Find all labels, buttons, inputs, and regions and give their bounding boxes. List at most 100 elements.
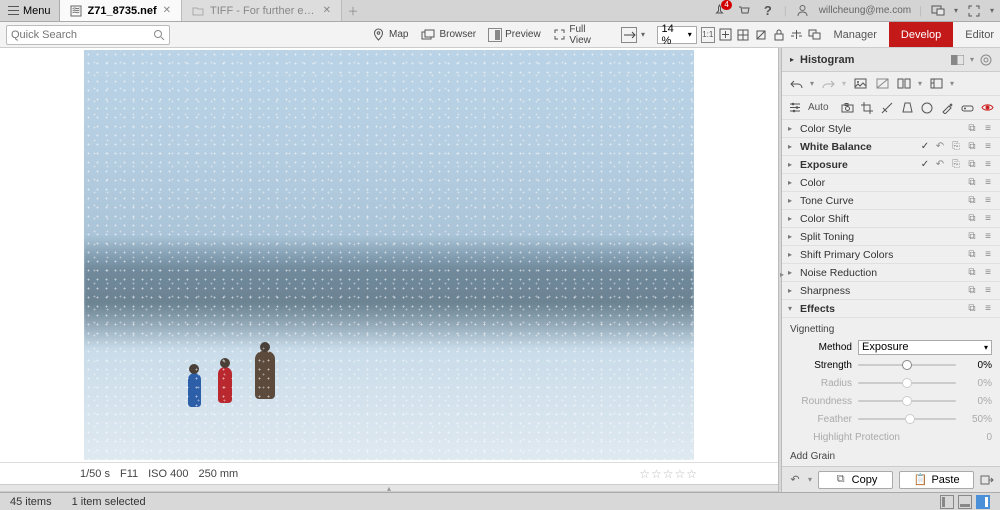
expand-icon[interactable] — [966, 3, 982, 19]
close-icon[interactable]: ✕ — [323, 5, 331, 16]
reset-icon[interactable]: ↶ — [934, 159, 946, 171]
stack-icon[interactable] — [808, 27, 822, 43]
highlight-row: Highlight Protection 0 — [790, 429, 992, 445]
copy-section-icon[interactable]: ⎘ — [950, 159, 962, 171]
document-tabs: ≋ Z71_8735.nef ✕ TIFF - For further edit… — [60, 0, 706, 21]
auto-button[interactable]: Auto — [808, 100, 829, 116]
redeye-icon[interactable] — [980, 100, 994, 116]
menu-icon[interactable]: ≡ — [982, 123, 994, 135]
copy-settings-button[interactable]: ⧉Copy — [818, 471, 893, 489]
tab-tiff-folder[interactable]: TIFF - For further editing in the ... ✕ — [182, 0, 342, 21]
exif-shutter: 1/50 s — [80, 468, 110, 480]
filmstrip-toggle[interactable]: ▴ — [0, 484, 778, 492]
copy-icon: ⧉ — [834, 473, 848, 487]
main-menu-button[interactable]: Menu — [0, 0, 60, 21]
copy-section-icon[interactable]: ⎘ — [950, 141, 962, 153]
compare-icon[interactable] — [896, 76, 912, 92]
section-white-balance[interactable]: ▸White Balance✓↶⎘⧉≡ — [782, 138, 1000, 156]
copy-section-icon[interactable]: ⧉ — [966, 123, 978, 135]
retouch-icon[interactable] — [960, 100, 974, 116]
strength-slider[interactable] — [858, 364, 956, 366]
panel-layout-left-icon[interactable] — [940, 495, 954, 509]
viewer-footer: 1/50 s F11 ISO 400 250 mm ☆☆☆☆☆ — [0, 462, 778, 484]
panel-splitter[interactable] — [778, 48, 782, 492]
section-tone-curve[interactable]: ▸Tone Curve⧉≡ — [782, 192, 1000, 210]
tab-raw-file[interactable]: ≋ Z71_8735.nef ✕ — [60, 0, 183, 21]
raw-file-icon: ≋ — [70, 5, 82, 17]
rating-stars[interactable]: ☆☆☆☆☆ — [639, 467, 698, 481]
image-viewer[interactable] — [0, 48, 778, 462]
sliders-icon[interactable] — [788, 100, 802, 116]
gradient-icon[interactable] — [920, 100, 934, 116]
menu-icon[interactable]: ≡ — [982, 141, 994, 153]
vignetting-method-select[interactable]: Exposure▾ — [858, 340, 992, 355]
editor-tab[interactable]: Editor — [953, 22, 1000, 47]
close-icon[interactable]: ✕ — [163, 5, 171, 16]
perspective-icon[interactable] — [900, 100, 914, 116]
section-color-shift[interactable]: ▸Color Shift⧉≡ — [782, 210, 1000, 228]
lock-icon[interactable] — [772, 27, 786, 43]
add-tab-button[interactable]: ＋ — [342, 0, 364, 21]
svg-text:≋: ≋ — [71, 5, 80, 17]
vignetting-method-row: Method Exposure▾ — [790, 339, 992, 355]
copy-icon[interactable]: ⧉ — [966, 159, 978, 171]
menu-icon[interactable]: ≡ — [982, 159, 994, 171]
user-icon[interactable] — [795, 3, 811, 19]
section-shift-primary[interactable]: ▸Shift Primary Colors⧉≡ — [782, 246, 1000, 264]
brush-icon[interactable] — [940, 100, 954, 116]
hamburger-icon — [8, 6, 19, 15]
section-noise-reduction[interactable]: ▸Noise Reduction⧉≡ — [782, 264, 1000, 282]
section-split-toning[interactable]: ▸Split Toning⧉≡ — [782, 228, 1000, 246]
feather-row: Feather 50% — [790, 411, 992, 427]
image-icon[interactable] — [852, 76, 868, 92]
browser-button[interactable]: Browser — [416, 25, 480, 45]
section-effects[interactable]: ▾Effects⧉≡ — [782, 300, 1000, 318]
undo-icon[interactable] — [788, 76, 804, 92]
section-sharpness[interactable]: ▸Sharpness⧉≡ — [782, 282, 1000, 300]
preview-button[interactable]: Preview — [484, 25, 545, 45]
overexposure-icon[interactable] — [754, 27, 768, 43]
apply-all-icon[interactable] — [980, 473, 994, 487]
paste-settings-button[interactable]: 📋Paste — [899, 471, 974, 489]
help-icon[interactable]: ? — [760, 3, 776, 19]
camera-icon[interactable] — [841, 100, 855, 116]
fullview-button[interactable]: Full View — [549, 25, 608, 45]
search-input[interactable] — [11, 29, 153, 41]
reset-image-icon[interactable] — [874, 76, 890, 92]
before-after-icon[interactable] — [951, 55, 964, 65]
main-area: 1/50 s F11 ISO 400 250 mm ☆☆☆☆☆ ▴ ▸ Hist… — [0, 48, 1000, 492]
grid-icon[interactable] — [737, 27, 751, 43]
search-box[interactable] — [6, 25, 170, 45]
cart-icon[interactable] — [736, 3, 752, 19]
strength-row: Strength 0% — [790, 357, 992, 373]
monitors-icon[interactable] — [930, 3, 946, 19]
manager-tab[interactable]: Manager — [821, 22, 888, 47]
histogram-header[interactable]: ▸ Histogram ▾ — [782, 48, 1000, 72]
map-button[interactable]: Map — [366, 25, 412, 45]
develop-tab[interactable]: Develop — [889, 22, 953, 47]
fit-mode-icon[interactable] — [621, 27, 637, 43]
presets-icon[interactable] — [928, 76, 944, 92]
straighten-icon[interactable] — [880, 100, 894, 116]
target-icon[interactable] — [980, 54, 992, 66]
zoom-level[interactable]: 14 %▾ — [657, 26, 697, 44]
section-color-style[interactable]: ▸Color Style⧉≡ — [782, 120, 1000, 138]
history-row: ▾ ▾ ▾ ▾ — [782, 72, 1000, 96]
notifications-icon[interactable]: 4 — [712, 3, 728, 19]
undo-icon[interactable]: ↶ — [788, 473, 802, 487]
reset-icon[interactable]: ↶ — [934, 141, 946, 153]
redo-icon[interactable] — [820, 76, 836, 92]
status-bar: 45 items 1 item selected — [0, 492, 1000, 510]
fit-screen-icon[interactable] — [719, 27, 733, 43]
copy-icon[interactable]: ⧉ — [966, 141, 978, 153]
exif-iso: ISO 400 — [148, 468, 188, 480]
panel-layout-bottom-icon[interactable] — [958, 495, 972, 509]
section-color[interactable]: ▸Color⧉≡ — [782, 174, 1000, 192]
balance-icon[interactable] — [790, 27, 804, 43]
search-icon[interactable] — [153, 29, 165, 41]
panel-layout-right-icon[interactable] — [976, 495, 990, 509]
section-exposure[interactable]: ▸Exposure✓↶⎘⧉≡ — [782, 156, 1000, 174]
folder-icon — [192, 5, 204, 17]
crop-icon[interactable] — [860, 100, 874, 116]
one-to-one-icon[interactable]: 1:1 — [701, 27, 715, 43]
